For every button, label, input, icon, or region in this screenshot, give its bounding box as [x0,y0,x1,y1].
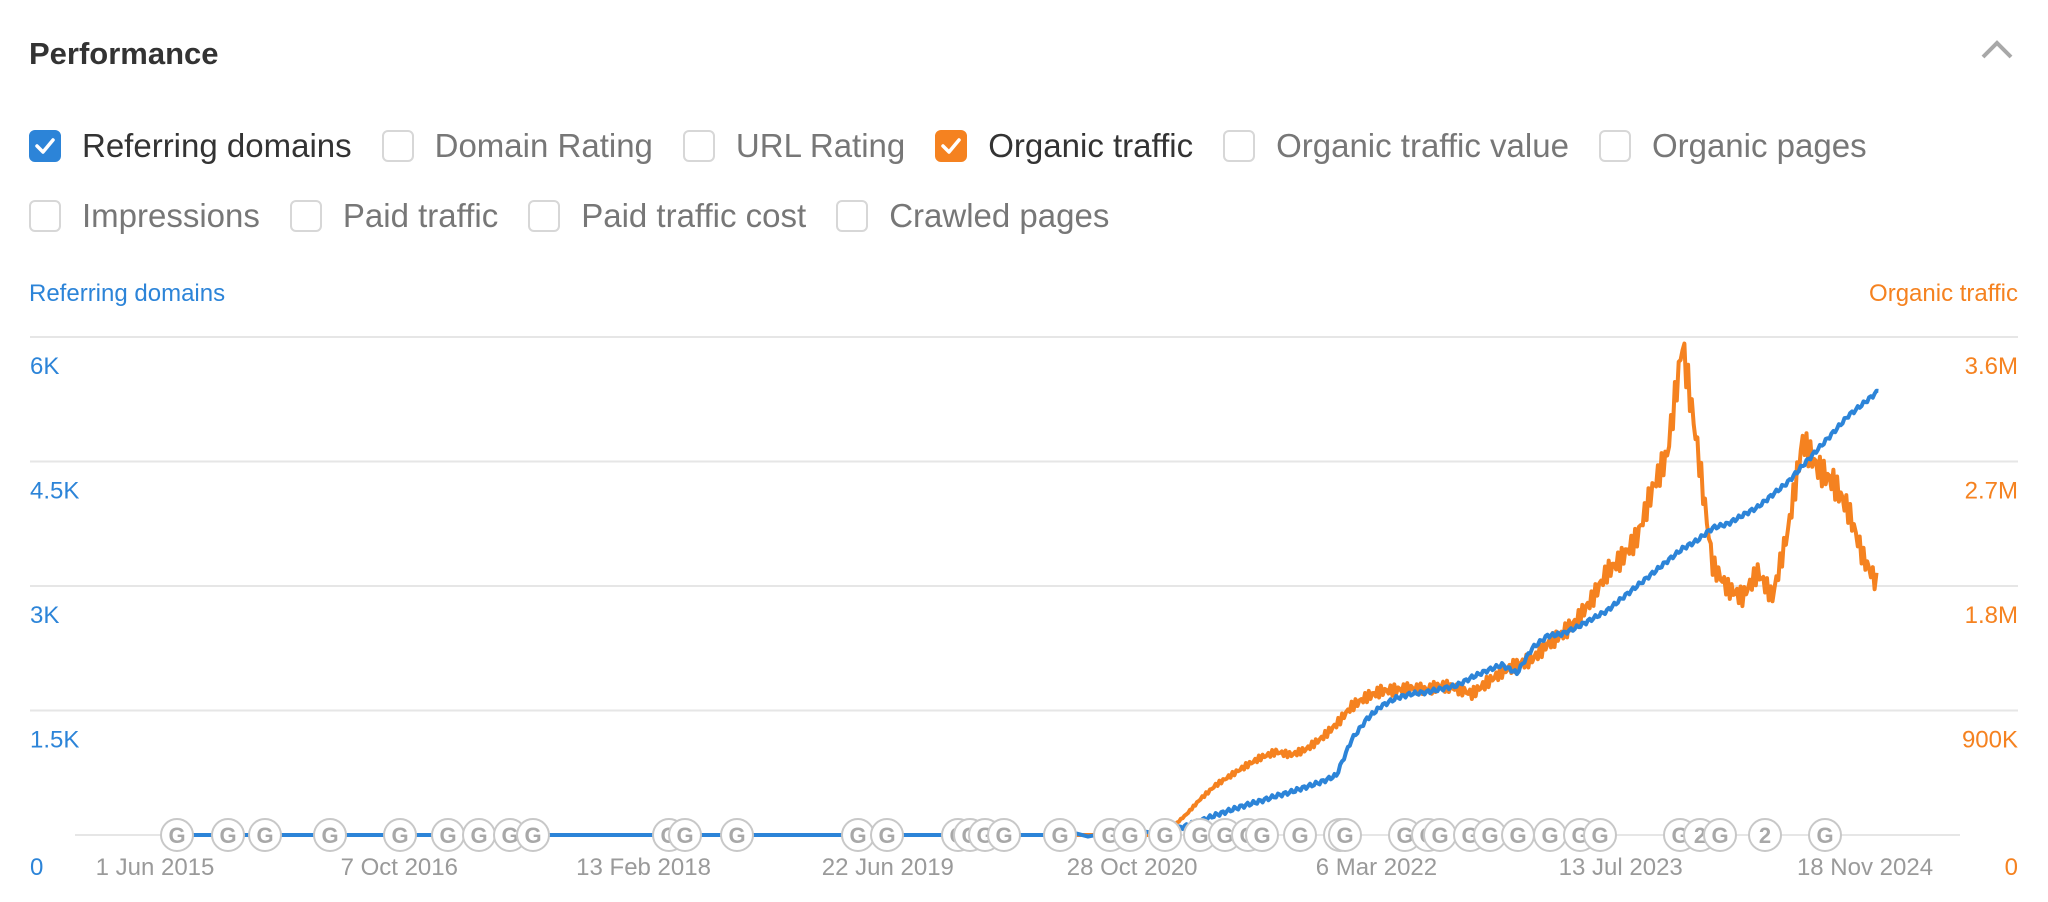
series-line-organic-traffic[interactable] [161,341,1879,837]
google-update-marker[interactable]: G [1043,818,1077,852]
google-update-marker[interactable]: G [1148,818,1182,852]
marker-label: G [1253,823,1270,848]
marker-label: G [1509,823,1526,848]
google-update-marker[interactable]: G [1283,818,1317,852]
marker-label: G [168,823,185,848]
google-update-marker[interactable]: G [248,818,282,852]
right-y-tick: 2.7M [1965,478,2018,505]
x-tick: 18 Nov 2024 [1797,854,1933,881]
right-y-axis: 0 900K 1.8M 2.7M 3.6M [1962,353,2018,881]
google-update-marker[interactable]: G [313,818,347,852]
x-tick: 13 Feb 2018 [576,854,711,881]
google-update-marker[interactable]: G [1501,818,1535,852]
google-update-marker[interactable]: G [720,818,754,852]
google-update-marker[interactable]: 2 [1748,818,1782,852]
google-update-marker[interactable]: G [841,818,875,852]
marker-label: G [501,823,518,848]
marker-label: G [849,823,866,848]
google-update-marker[interactable]: G [1703,818,1737,852]
google-update-marker[interactable]: G [160,818,194,852]
marker-label: G [1711,823,1728,848]
google-update-marker[interactable]: G [1808,818,1842,852]
google-update-marker[interactable]: G [516,818,550,852]
grid-lines [30,336,2018,836]
marker-label: G [1396,823,1413,848]
google-update-marker[interactable]: G [1533,818,1567,852]
marker-label: G [995,823,1012,848]
marker-label: G [391,823,408,848]
marker-label: G [1291,823,1308,848]
google-update-marker[interactable]: G [1423,818,1457,852]
google-update-marker[interactable]: G [211,818,245,852]
marker-label: G [256,823,273,848]
marker-label: G [1121,823,1138,848]
marker-label: G [1156,823,1173,848]
google-update-marker[interactable]: G [1245,818,1279,852]
right-y-tick: 900K [1962,727,2018,754]
left-y-tick: 0 [30,854,43,881]
marker-label: G [1481,823,1498,848]
marker-label: G [1541,823,1558,848]
marker-label: G [1431,823,1448,848]
google-update-marker[interactable]: G [668,818,702,852]
marker-label: G [1216,823,1233,848]
left-y-axis: 0 1.5K 3K 4.5K 6K [30,353,79,881]
google-update-marker[interactable]: G [462,818,496,852]
google-update-marker[interactable]: G [383,818,417,852]
marker-label: 2 [1759,823,1771,848]
x-axis: 1 Jun 2015 7 Oct 2016 13 Feb 2018 22 Jun 20… [96,854,1933,881]
marker-label: G [524,823,541,848]
left-y-tick: 3K [30,602,59,629]
series-lines [161,341,1879,839]
marker-label: G [1051,823,1068,848]
x-tick: 7 Oct 2016 [341,854,458,881]
marker-label: G [676,823,693,848]
x-tick: 22 Jun 2019 [822,854,954,881]
performance-chart[interactable]: 0 1.5K 3K 4.5K 6K 0 900K 1.8M 2.7M 3.6M 1 Jun 20… [0,0,2048,902]
google-update-marker[interactable]: G [1583,818,1617,852]
series-line-referring-domains[interactable] [161,388,1879,839]
left-y-tick: 4.5K [30,478,79,505]
google-update-markers: GGGGGGGGGGGGGGGGGGGGGGGGGGGGGGGGGGGGGGG2… [160,818,1842,852]
marker-label: G [1191,823,1208,848]
google-update-marker[interactable]: G [987,818,1021,852]
marker-label: G [1816,823,1833,848]
x-tick: 1 Jun 2015 [96,854,215,881]
left-y-tick: 1.5K [30,727,79,754]
right-y-tick: 1.8M [1965,602,2018,629]
marker-label: G [1591,823,1608,848]
x-tick: 6 Mar 2022 [1316,854,1437,881]
marker-label: G [1336,823,1353,848]
google-update-marker[interactable]: G [870,818,904,852]
marker-label: G [321,823,338,848]
marker-label: G [219,823,236,848]
marker-label: G [728,823,745,848]
right-y-tick: 0 [2005,854,2018,881]
x-tick: 13 Jul 2023 [1559,854,1683,881]
x-tick: 28 Oct 2020 [1067,854,1198,881]
left-y-tick: 6K [30,353,59,380]
right-y-tick: 3.6M [1965,353,2018,380]
google-update-marker[interactable]: G [1328,818,1362,852]
google-update-marker[interactable]: G [1113,818,1147,852]
marker-label: G [439,823,456,848]
marker-label: G [470,823,487,848]
google-update-marker[interactable]: G [431,818,465,852]
marker-label: G [878,823,895,848]
